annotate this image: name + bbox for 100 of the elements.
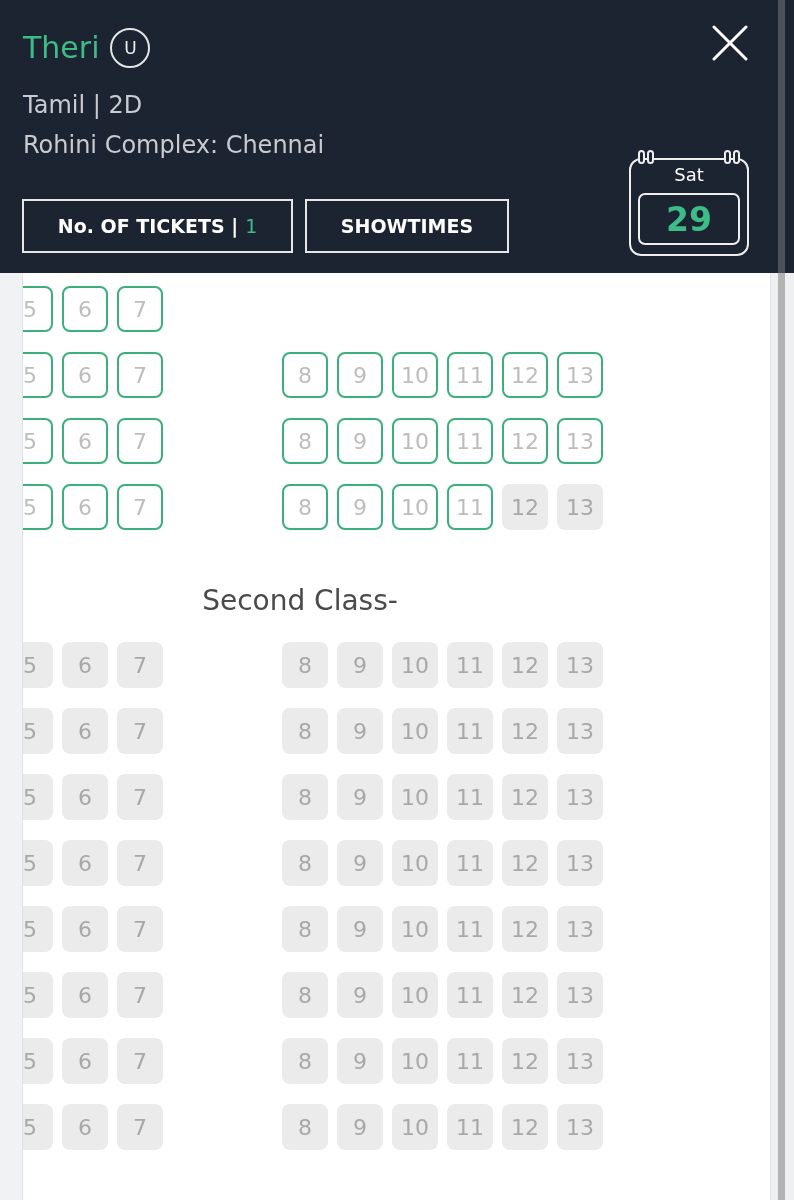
seat-button[interactable]: 11	[447, 1038, 493, 1084]
seat-button[interactable]: 8	[282, 972, 328, 1018]
seat-button[interactable]: 5	[23, 286, 53, 332]
seat-button[interactable]: 13	[557, 708, 603, 754]
seat-button[interactable]: 9	[337, 972, 383, 1018]
seat-button[interactable]: 13	[557, 1038, 603, 1084]
seat-button[interactable]: 13	[557, 774, 603, 820]
seat-button[interactable]: 8	[282, 418, 328, 464]
seat-button[interactable]: 10	[392, 642, 438, 688]
seat-button[interactable]: 7	[117, 352, 163, 398]
seat-button[interactable]: 10	[392, 708, 438, 754]
seat-button[interactable]: 7	[117, 1104, 163, 1150]
seat-button[interactable]: 5	[23, 972, 53, 1018]
seat-button[interactable]: 6	[62, 484, 108, 530]
seat-button[interactable]: 11	[447, 642, 493, 688]
seat-button[interactable]: 8	[282, 906, 328, 952]
seat-button[interactable]: 13	[557, 484, 603, 530]
close-button[interactable]	[712, 25, 748, 61]
seat-button[interactable]: 7	[117, 1038, 163, 1084]
seat-button[interactable]: 9	[337, 1104, 383, 1150]
seat-button[interactable]: 5	[23, 418, 53, 464]
seat-button[interactable]: 13	[557, 352, 603, 398]
seat-button[interactable]: 7	[117, 708, 163, 754]
seat-button[interactable]: 7	[117, 418, 163, 464]
seat-button[interactable]: 12	[502, 484, 548, 530]
seat-button[interactable]: 8	[282, 352, 328, 398]
seat-button[interactable]: 6	[62, 972, 108, 1018]
seat-button[interactable]: 8	[282, 708, 328, 754]
seat-button[interactable]: 12	[502, 906, 548, 952]
seat-button[interactable]: 10	[392, 1038, 438, 1084]
seat-button[interactable]: 10	[392, 418, 438, 464]
seat-button[interactable]: 12	[502, 1038, 548, 1084]
seat-button[interactable]: 12	[502, 418, 548, 464]
seat-button[interactable]: 7	[117, 484, 163, 530]
seat-button[interactable]: 8	[282, 1038, 328, 1084]
seat-button[interactable]: 9	[337, 642, 383, 688]
seat-button[interactable]: 11	[447, 972, 493, 1018]
seat-button[interactable]: 9	[337, 418, 383, 464]
seat-button[interactable]: 6	[62, 840, 108, 886]
seat-button[interactable]: 12	[502, 708, 548, 754]
seat-button[interactable]: 12	[502, 642, 548, 688]
seat-button[interactable]: 10	[392, 484, 438, 530]
seat-button[interactable]: 5	[23, 1104, 53, 1150]
seat-button[interactable]: 11	[447, 708, 493, 754]
seat-button[interactable]: 11	[447, 418, 493, 464]
seat-button[interactable]: 10	[392, 906, 438, 952]
seat-button[interactable]: 9	[337, 774, 383, 820]
seat-button[interactable]: 11	[447, 840, 493, 886]
seat-button[interactable]: 6	[62, 906, 108, 952]
seat-button[interactable]: 9	[337, 352, 383, 398]
seat-button[interactable]: 7	[117, 972, 163, 1018]
showtimes-button[interactable]: SHOWTIMES	[305, 199, 509, 253]
seat-button[interactable]: 6	[62, 774, 108, 820]
seat-button[interactable]: 12	[502, 972, 548, 1018]
seat-button[interactable]: 7	[117, 286, 163, 332]
seat-button[interactable]: 10	[392, 840, 438, 886]
seat-button[interactable]: 11	[447, 906, 493, 952]
seat-button[interactable]: 7	[117, 906, 163, 952]
seat-button[interactable]: 12	[502, 840, 548, 886]
seat-button[interactable]: 5	[23, 708, 53, 754]
seat-button[interactable]: 10	[392, 774, 438, 820]
seat-button[interactable]: 7	[117, 840, 163, 886]
seat-button[interactable]: 5	[23, 484, 53, 530]
seat-button[interactable]: 13	[557, 840, 603, 886]
seat-button[interactable]: 10	[392, 1104, 438, 1150]
seat-button[interactable]: 9	[337, 484, 383, 530]
seat-button[interactable]: 6	[62, 352, 108, 398]
seat-button[interactable]: 5	[23, 774, 53, 820]
seat-button[interactable]: 12	[502, 774, 548, 820]
seat-button[interactable]: 13	[557, 972, 603, 1018]
seat-button[interactable]: 11	[447, 352, 493, 398]
seat-button[interactable]: 9	[337, 840, 383, 886]
seat-button[interactable]: 6	[62, 708, 108, 754]
seat-button[interactable]: 8	[282, 840, 328, 886]
seat-button[interactable]: 11	[447, 774, 493, 820]
seat-button[interactable]: 5	[23, 1038, 53, 1084]
seat-button[interactable]: 11	[447, 484, 493, 530]
seat-button[interactable]: 6	[62, 1038, 108, 1084]
seat-button[interactable]: 8	[282, 642, 328, 688]
seat-button[interactable]: 8	[282, 774, 328, 820]
seat-button[interactable]: 9	[337, 708, 383, 754]
seat-button[interactable]: 8	[282, 484, 328, 530]
seat-button[interactable]: 6	[62, 418, 108, 464]
tickets-button[interactable]: No. OF TICKETS | 1	[22, 199, 293, 253]
seat-button[interactable]: 12	[502, 1104, 548, 1150]
seat-button[interactable]: 7	[117, 774, 163, 820]
seat-button[interactable]: 6	[62, 286, 108, 332]
seat-button[interactable]: 6	[62, 1104, 108, 1150]
seat-button[interactable]: 13	[557, 418, 603, 464]
seat-button[interactable]: 5	[23, 840, 53, 886]
seat-button[interactable]: 5	[23, 906, 53, 952]
seat-button[interactable]: 8	[282, 1104, 328, 1150]
seat-button[interactable]: 13	[557, 642, 603, 688]
date-picker[interactable]: Sat 29	[629, 150, 749, 256]
seat-button[interactable]: 5	[23, 642, 53, 688]
seat-button[interactable]: 6	[62, 642, 108, 688]
seat-button[interactable]: 9	[337, 906, 383, 952]
seat-button[interactable]: 11	[447, 1104, 493, 1150]
seat-button[interactable]: 9	[337, 1038, 383, 1084]
seat-button[interactable]: 5	[23, 352, 53, 398]
